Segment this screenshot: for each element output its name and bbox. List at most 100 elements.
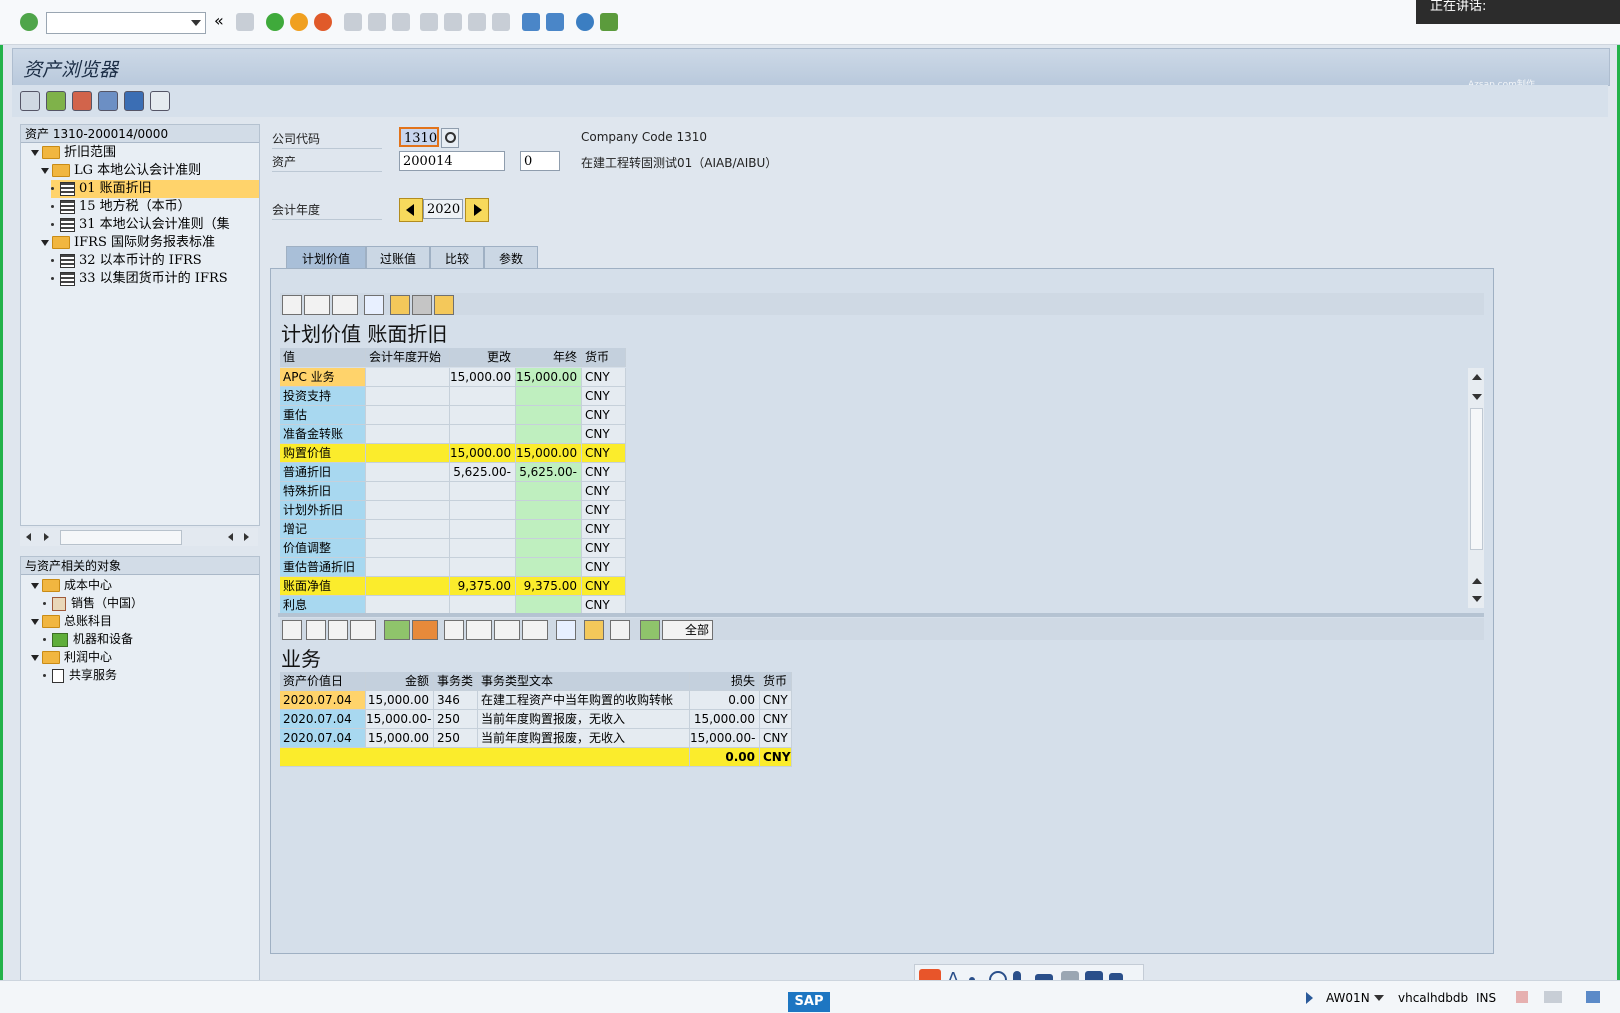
currency-cell[interactable]: CNY bbox=[582, 368, 626, 387]
value-type-cell[interactable]: 普通折旧 bbox=[280, 463, 366, 482]
currency-cell[interactable]: CNY bbox=[760, 691, 792, 710]
transaction-type-cell[interactable]: 250 bbox=[434, 729, 478, 748]
year-end-cell[interactable] bbox=[516, 539, 582, 558]
find-icon[interactable] bbox=[368, 13, 386, 31]
fiscal-year-field[interactable]: 2020 bbox=[423, 199, 463, 219]
expand-triangle-icon[interactable] bbox=[31, 654, 39, 661]
status-expand-icon[interactable] bbox=[1306, 992, 1313, 1004]
expand-triangle-icon[interactable] bbox=[31, 582, 39, 589]
print-icon[interactable] bbox=[282, 295, 302, 315]
column-header-loss[interactable]: 损失 bbox=[690, 672, 760, 691]
type-text-cell[interactable]: 在建工程资产中当年购置的收购转帐 bbox=[478, 691, 690, 710]
sum-icon[interactable] bbox=[384, 620, 410, 640]
scroll-down-icon[interactable] bbox=[1472, 596, 1482, 602]
value-type-cell[interactable]: 计划外折旧 bbox=[280, 501, 366, 520]
next-page-icon[interactable] bbox=[468, 13, 486, 31]
next-year-button[interactable] bbox=[465, 198, 489, 222]
tree-horizontal-scrollbar[interactable] bbox=[20, 528, 258, 546]
info-icon[interactable] bbox=[364, 295, 384, 315]
year-end-cell[interactable]: 5,625.00- bbox=[516, 463, 582, 482]
details-icon[interactable] bbox=[282, 620, 302, 640]
scroll-left-icon[interactable] bbox=[228, 533, 233, 541]
stamp-icon[interactable] bbox=[610, 620, 630, 640]
value-type-cell[interactable]: 增记 bbox=[280, 520, 366, 539]
value-type-cell[interactable]: 账面净值 bbox=[280, 577, 366, 596]
column-header-amount[interactable]: 金额 bbox=[366, 672, 434, 691]
currency-cell[interactable]: CNY bbox=[582, 463, 626, 482]
column-header-currency[interactable]: 货币 bbox=[582, 348, 626, 367]
currency-cell[interactable]: CNY bbox=[582, 425, 626, 444]
scroll-right-icon[interactable] bbox=[244, 533, 249, 541]
settings-list-icon[interactable] bbox=[150, 91, 170, 111]
exit-icon[interactable] bbox=[290, 13, 308, 31]
hierarchy-icon[interactable] bbox=[124, 91, 144, 111]
fy-start-cell[interactable] bbox=[366, 425, 450, 444]
expand-triangle-icon[interactable] bbox=[41, 167, 49, 174]
currency-cell[interactable]: CNY bbox=[582, 558, 626, 577]
tree-node-profit-center[interactable]: 利润中心 bbox=[31, 648, 112, 666]
fy-start-cell[interactable] bbox=[366, 368, 450, 387]
column-header-type-text[interactable]: 事务类型文本 bbox=[478, 672, 690, 691]
layout-icon[interactable] bbox=[390, 295, 410, 315]
chart-icon[interactable] bbox=[98, 91, 118, 111]
subtotal-icon[interactable] bbox=[412, 620, 438, 640]
change-cell[interactable] bbox=[450, 387, 516, 406]
change-cell[interactable] bbox=[450, 425, 516, 444]
display-asset-icon[interactable] bbox=[46, 91, 66, 111]
currency-cell[interactable]: CNY bbox=[582, 444, 626, 463]
tree-node-depreciation-areas[interactable]: 折旧范围 bbox=[31, 144, 116, 162]
filter-icon[interactable] bbox=[350, 620, 376, 640]
year-end-cell[interactable] bbox=[516, 482, 582, 501]
chevron-down-icon[interactable] bbox=[1374, 995, 1384, 1001]
year-end-cell[interactable] bbox=[516, 501, 582, 520]
chevron-down-icon[interactable] bbox=[191, 20, 201, 26]
year-end-cell[interactable] bbox=[516, 520, 582, 539]
planned-values-vertical-scrollbar[interactable] bbox=[1468, 368, 1484, 608]
change-cell[interactable] bbox=[450, 558, 516, 577]
scroll-thumb[interactable] bbox=[1470, 408, 1483, 550]
view-icon[interactable] bbox=[466, 620, 492, 640]
currency-cell[interactable]: CNY bbox=[582, 387, 626, 406]
column-header-change[interactable]: 更改 bbox=[450, 348, 516, 367]
year-end-cell[interactable]: 9,375.00 bbox=[516, 577, 582, 596]
type-text-cell[interactable]: 当前年度购置报废，无收入 bbox=[478, 710, 690, 729]
value-date-cell[interactable]: 2020.07.04 bbox=[280, 710, 366, 729]
export-icon[interactable] bbox=[494, 620, 520, 640]
change-cell[interactable]: 5,625.00- bbox=[450, 463, 516, 482]
year-end-cell[interactable]: 15,000.00 bbox=[516, 368, 582, 387]
value-type-cell[interactable]: 重估普通折旧 bbox=[280, 558, 366, 577]
print-icon[interactable] bbox=[444, 620, 464, 640]
tree-view-icon[interactable] bbox=[640, 620, 660, 640]
currency-cell[interactable]: CNY bbox=[760, 710, 792, 729]
column-header-currency[interactable]: 货币 bbox=[760, 672, 792, 691]
scroll-left-icon[interactable] bbox=[26, 533, 31, 541]
view-icon[interactable] bbox=[304, 295, 330, 315]
year-end-cell[interactable] bbox=[516, 558, 582, 577]
column-header-value-date[interactable]: 资产价值日 bbox=[280, 672, 366, 691]
value-date-cell[interactable]: 2020.07.04 bbox=[280, 691, 366, 710]
value-type-cell[interactable]: 购置价值 bbox=[280, 444, 366, 463]
year-end-cell[interactable]: 15,000.00 bbox=[516, 444, 582, 463]
amount-cell[interactable]: 15,000.00 bbox=[366, 729, 434, 748]
previous-year-button[interactable] bbox=[399, 198, 423, 222]
copy-icon[interactable] bbox=[584, 620, 604, 640]
tree-node-local-gaap[interactable]: LG 本地公认会计准则 bbox=[41, 162, 201, 180]
amount-cell[interactable]: 15,000.00 bbox=[366, 691, 434, 710]
last-page-icon[interactable] bbox=[492, 13, 510, 31]
tree-node-ifrs-group[interactable]: 33 以集团货币计的 IFRS bbox=[51, 270, 259, 288]
fy-start-cell[interactable] bbox=[366, 387, 450, 406]
save-icon[interactable] bbox=[236, 13, 254, 31]
transaction-type-cell[interactable]: 250 bbox=[434, 710, 478, 729]
change-cell[interactable] bbox=[450, 539, 516, 558]
value-type-cell[interactable]: 特殊折旧 bbox=[280, 482, 366, 501]
search-help-icon[interactable] bbox=[441, 128, 459, 148]
scroll-down-icon[interactable] bbox=[1472, 394, 1482, 400]
loss-cell[interactable]: 0.00 bbox=[690, 691, 760, 710]
calculator-icon[interactable] bbox=[412, 295, 432, 315]
tree-node-cost-center[interactable]: 成本中心 bbox=[31, 576, 112, 594]
fy-start-cell[interactable] bbox=[366, 444, 450, 463]
scroll-thumb[interactable] bbox=[60, 530, 182, 545]
lock-icon[interactable] bbox=[1586, 991, 1600, 1003]
fy-start-cell[interactable] bbox=[366, 482, 450, 501]
fy-start-cell[interactable] bbox=[366, 539, 450, 558]
